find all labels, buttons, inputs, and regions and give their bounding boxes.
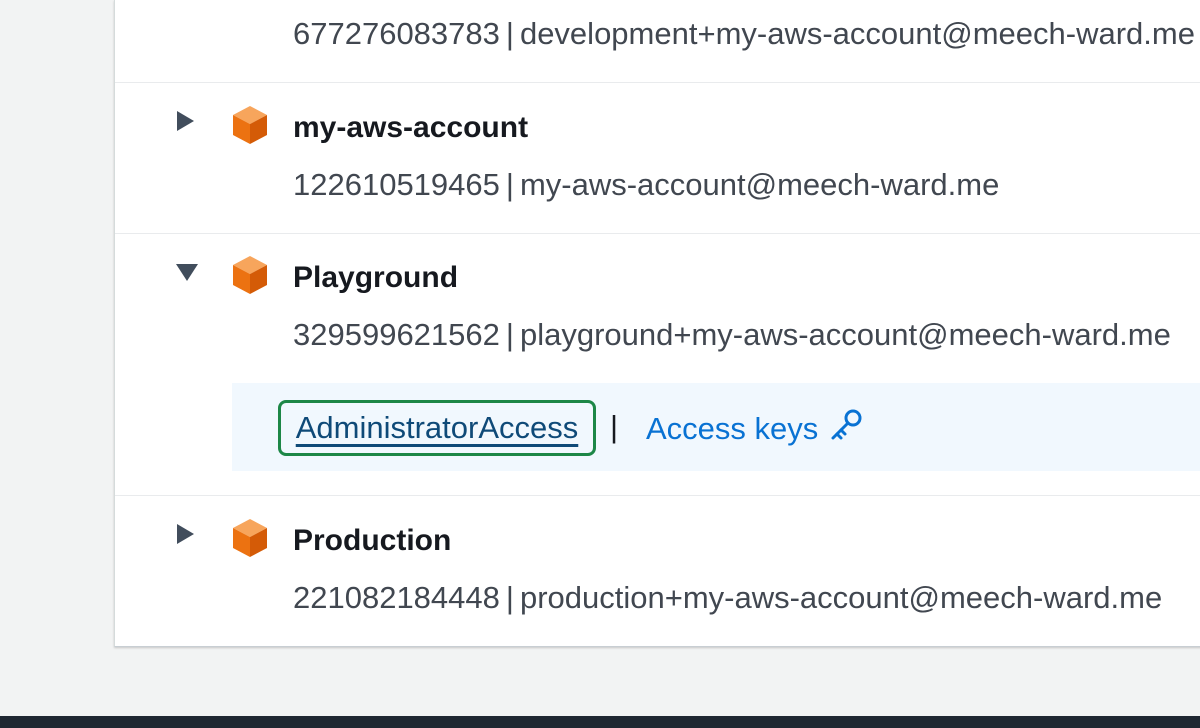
role-name[interactable]: AdministratorAccess bbox=[296, 410, 579, 446]
aws-account-cube-icon bbox=[231, 517, 269, 564]
access-keys-label[interactable]: Access keys bbox=[646, 411, 818, 447]
account-id: 329599621562 bbox=[293, 317, 500, 352]
account-id: 677276083783 bbox=[293, 16, 500, 51]
account-detail-production: 221082184448 | production+my-aws-account@m… bbox=[293, 580, 1162, 616]
account-detail-playground: 329599621562 | playground+my-aws-account@m… bbox=[293, 317, 1171, 353]
role-separator: | bbox=[610, 409, 619, 444]
account-name-my-aws-account[interactable]: my-aws-account bbox=[293, 111, 528, 145]
separator: | bbox=[505, 16, 514, 51]
bottom-bar bbox=[0, 716, 1200, 728]
aws-account-cube-icon bbox=[231, 104, 269, 151]
account-detail-my-aws-account: 122610519465 | my-aws-account@meech-ward.m… bbox=[293, 167, 999, 203]
row-divider bbox=[115, 82, 1200, 83]
account-detail-development: 677276083783 | development+my-aws-account@… bbox=[293, 16, 1195, 52]
account-id: 122610519465 bbox=[293, 167, 500, 202]
row-divider bbox=[115, 233, 1200, 234]
account-email: production+my-aws-account@meech-ward.me bbox=[519, 580, 1163, 615]
separator: | bbox=[505, 580, 514, 615]
separator: | bbox=[505, 317, 514, 352]
account-name-playground[interactable]: Playground bbox=[293, 261, 458, 295]
account-email: development+my-aws-account@meech-ward.me bbox=[519, 16, 1195, 51]
role-link-administrator-access[interactable]: AdministratorAccess bbox=[278, 400, 596, 456]
row-divider bbox=[115, 495, 1200, 496]
caret-down-icon[interactable] bbox=[175, 262, 199, 287]
aws-accounts-list: 677276083783 | development+my-aws-account@… bbox=[114, 0, 1200, 647]
account-id: 221082184448 bbox=[293, 580, 500, 615]
account-name-production[interactable]: Production bbox=[293, 524, 451, 558]
caret-right-icon[interactable] bbox=[175, 523, 195, 550]
access-keys-link[interactable]: Access keys bbox=[646, 408, 864, 450]
caret-right-icon[interactable] bbox=[175, 110, 195, 137]
key-icon[interactable] bbox=[828, 408, 864, 450]
separator: | bbox=[505, 167, 514, 202]
account-email: playground+my-aws-account@meech-ward.me bbox=[519, 317, 1171, 352]
account-email: my-aws-account@meech-ward.me bbox=[519, 167, 1000, 202]
aws-account-cube-icon bbox=[231, 254, 269, 301]
